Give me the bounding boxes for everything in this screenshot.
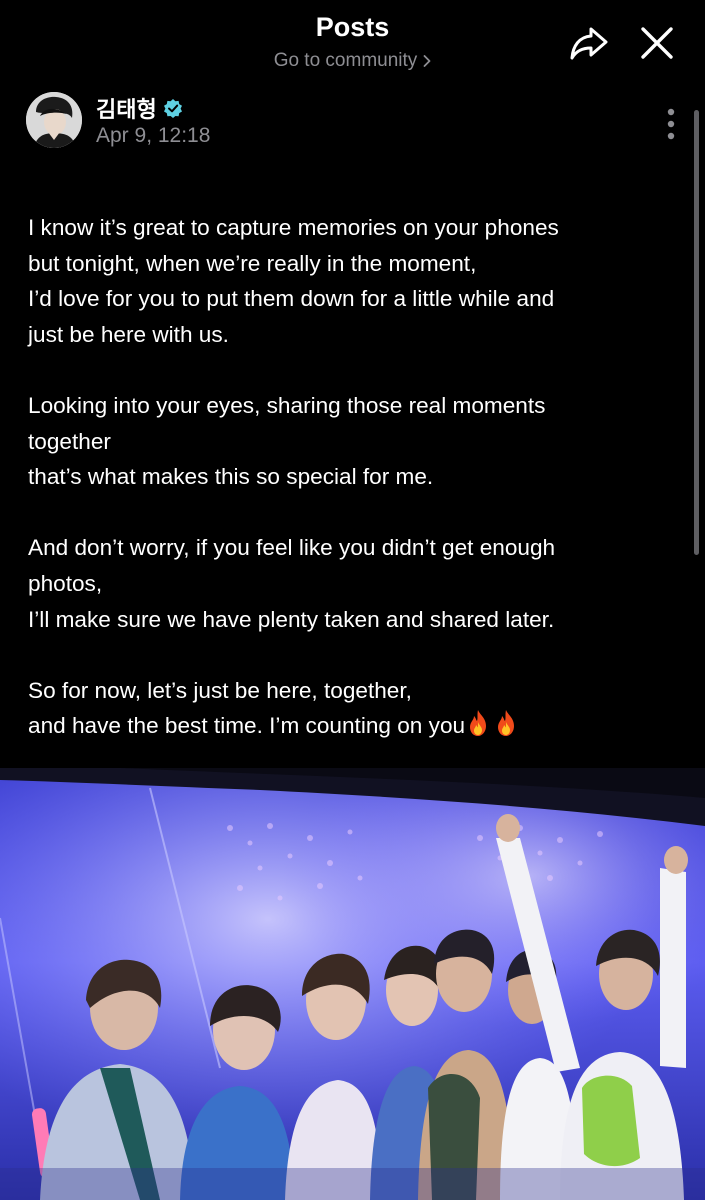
post-text-line-text: and have the best time. I’m counting on … bbox=[28, 713, 466, 739]
more-options-button[interactable] bbox=[656, 104, 686, 144]
post-text-line: And don’t worry, if you feel like you di… bbox=[28, 535, 556, 561]
verified-icon bbox=[163, 99, 182, 118]
post-text-line: together bbox=[28, 428, 111, 454]
close-button[interactable] bbox=[638, 24, 676, 62]
post-paragraph: And don’t worry, if you feel like you di… bbox=[28, 530, 678, 637]
post-text-line: I’ll make sure we have plenty taken and … bbox=[28, 606, 555, 632]
fire-icon bbox=[470, 710, 487, 737]
post-text-line: I’d love for you to put them down for a … bbox=[28, 286, 555, 312]
close-icon bbox=[641, 27, 673, 59]
share-button[interactable] bbox=[568, 24, 610, 62]
post-text-line: that’s what makes this so special for me… bbox=[28, 464, 434, 490]
author-name-label: 김태형 bbox=[96, 98, 157, 123]
post-text-line: and have the best time. I’m counting on … bbox=[28, 708, 678, 744]
post-screen: Posts Go to community 김태형 Apr 9, 12:18 I… bbox=[0, 0, 705, 1200]
post-text-line: but tonight, when we’re really in the mo… bbox=[28, 250, 477, 276]
post-body: I know it’s great to capture memories on… bbox=[28, 210, 678, 744]
post-text-line: So for now, let’s just be here, together… bbox=[28, 677, 412, 703]
author-name[interactable]: 김태형 bbox=[96, 92, 183, 124]
post-timestamp: Apr 9, 12:18 bbox=[96, 124, 211, 147]
post-text-line: I know it’s great to capture memories on… bbox=[28, 215, 559, 240]
post-text-line: Looking into your eyes, sharing those re… bbox=[28, 392, 546, 418]
emoji-group bbox=[467, 709, 517, 737]
more-vertical-icon bbox=[667, 108, 675, 140]
post-author: 김태형 Apr 9, 12:18 bbox=[26, 90, 686, 154]
post-paragraph: So for now, let’s just be here, together… bbox=[28, 673, 678, 744]
post-paragraph: Looking into your eyes, sharing those re… bbox=[28, 388, 678, 495]
fire-icon bbox=[498, 710, 515, 737]
post-photo[interactable] bbox=[0, 768, 705, 1200]
scrollbar-thumb[interactable] bbox=[694, 110, 699, 555]
share-icon bbox=[570, 27, 608, 60]
post-text-line: just be here with us. bbox=[28, 321, 229, 347]
avatar-image bbox=[26, 92, 82, 148]
post-paragraph: I know it’s great to capture memories on… bbox=[28, 210, 678, 352]
post-header: Posts Go to community bbox=[0, 0, 705, 80]
community-link-label: Go to community bbox=[273, 50, 418, 71]
post-text-line: photos, bbox=[28, 570, 103, 596]
chevron-right-icon bbox=[423, 55, 431, 67]
avatar[interactable] bbox=[26, 92, 82, 148]
concert-photo-image bbox=[0, 768, 705, 1200]
